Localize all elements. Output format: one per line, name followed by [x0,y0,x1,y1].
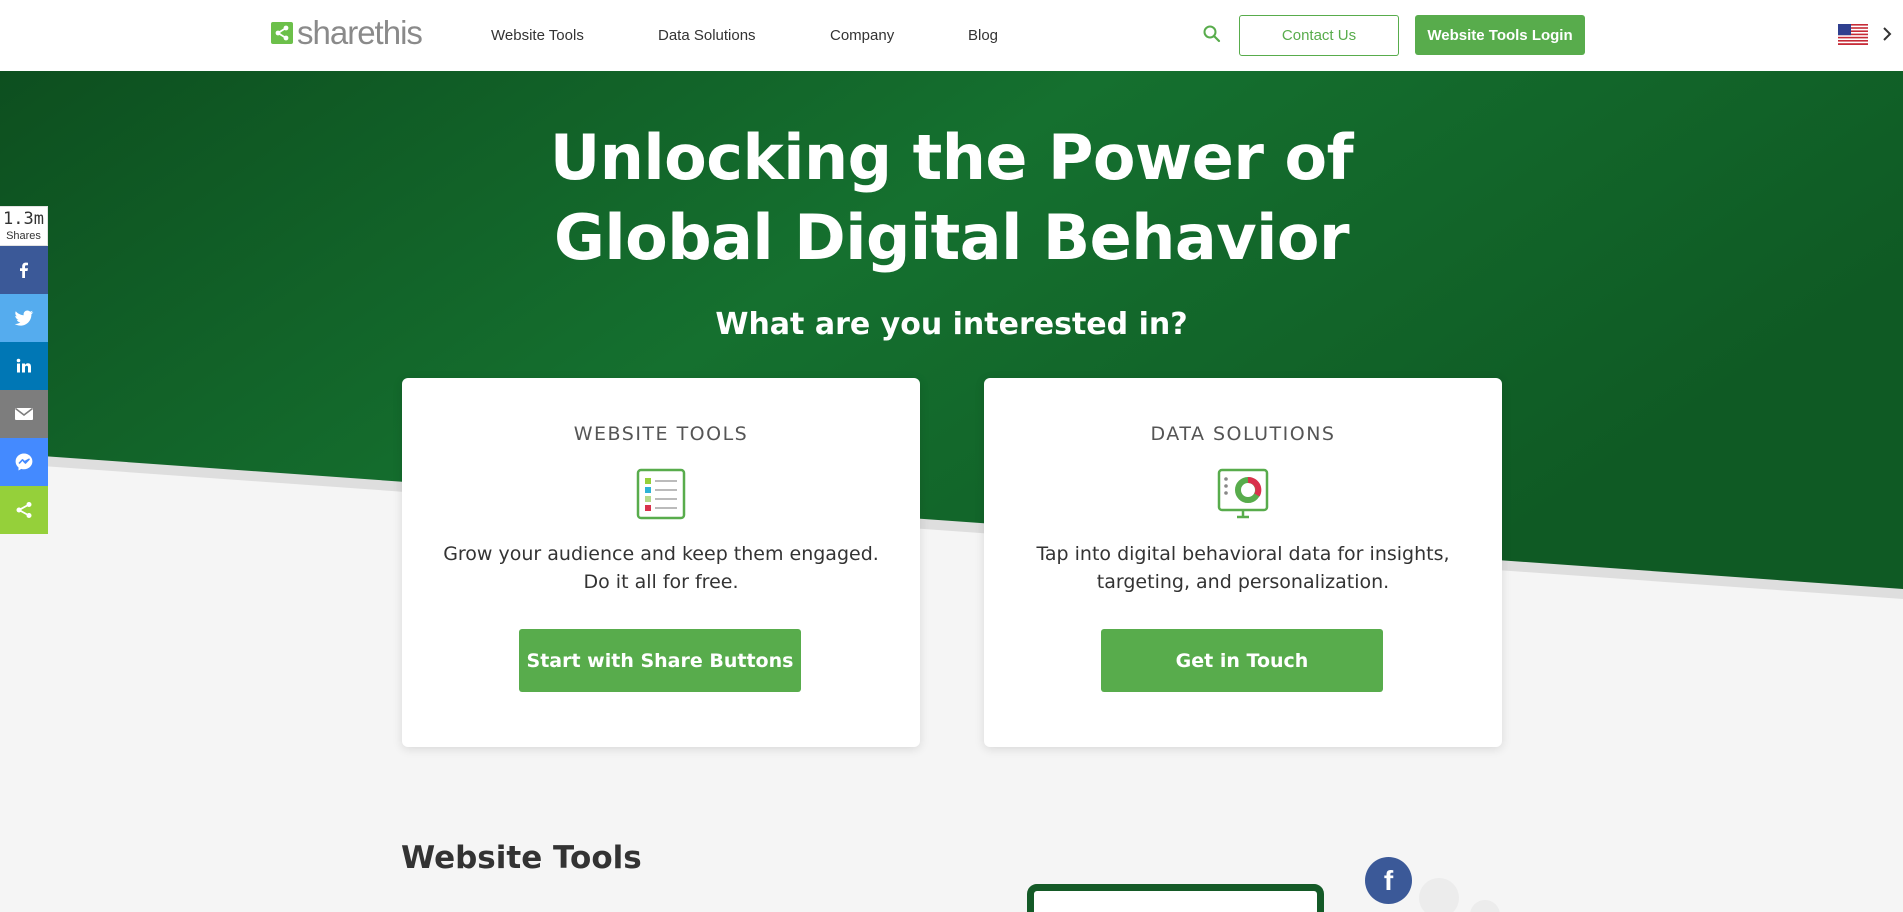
twitter-icon [14,310,34,326]
nav-company[interactable]: Company [830,27,894,44]
hero-title: Unlocking the Power of Global Digital Be… [0,118,1903,278]
page: sharethis Website Tools Data Solutions C… [0,0,1903,912]
section-heading: Website Tools [401,840,642,876]
share-bar: 1.3m Shares [0,206,48,534]
website-tools-login-button[interactable]: Website Tools Login [1415,15,1585,55]
search-icon[interactable] [1202,24,1222,44]
website-tools-card: WEBSITE TOOLS Grow your audience and kee… [402,378,920,747]
facebook-icon [20,262,28,278]
linkedin-share-button[interactable] [0,342,48,390]
chevron-right-icon[interactable] [1880,25,1894,43]
sharethis-icon [16,502,32,518]
twitter-share-button[interactable] [0,294,48,342]
card-description: Tap into digital behavioral data for ins… [1004,540,1482,596]
top-navbar: sharethis Website Tools Data Solutions C… [0,0,1903,71]
start-with-share-buttons-button[interactable]: Start with Share Buttons [519,629,801,692]
card-title: WEBSITE TOOLS [573,423,749,445]
share-count-label: Shares [6,230,41,242]
nav-data-solutions[interactable]: Data Solutions [658,27,756,44]
faded-bubble-icon [1470,900,1500,912]
email-share-button[interactable] [0,390,48,438]
hero-title-line-1: Unlocking the Power of [549,121,1354,194]
linkedin-icon [16,358,31,373]
get-in-touch-button[interactable]: Get in Touch [1101,629,1383,692]
card-description: Grow your audience and keep them engaged… [422,540,900,596]
card-description-line-1: Grow your audience and keep them engaged… [443,543,879,565]
card-description-line-1: Tap into digital behavioral data for ins… [1036,543,1450,565]
share-count-value: 1.3m [3,209,44,229]
card-title: DATA SOLUTIONS [1150,423,1336,445]
messenger-icon [15,453,33,471]
facebook-bubble-icon: f [1365,857,1412,904]
card-description-line-2: Do it all for free. [583,571,739,593]
facebook-share-button[interactable] [0,246,48,294]
sharethis-logo[interactable]: sharethis [271,14,423,51]
data-solutions-card: DATA SOLUTIONS Tap into digital behavior… [984,378,1502,747]
hero-title-line-2: Global Digital Behavior [553,201,1350,274]
brand-name: sharethis [297,14,423,51]
sharethis-logo-icon [271,22,293,44]
email-icon [15,407,33,420]
nav-blog[interactable]: Blog [968,27,998,44]
contact-us-button[interactable]: Contact Us [1239,15,1399,56]
nav-website-tools[interactable]: Website Tools [491,27,584,44]
messenger-share-button[interactable] [0,438,48,486]
list-document-icon [636,468,686,520]
card-description-line-2: targeting, and personalization. [1096,571,1390,593]
faded-bubble-icon [1419,878,1459,912]
us-flag-icon[interactable] [1838,24,1868,45]
share-count: 1.3m Shares [0,206,48,246]
donut-chart-monitor-icon [1217,468,1269,519]
hero-subtitle: What are you interested in? [715,307,1188,342]
device-mockup [1027,884,1324,912]
sharethis-share-button[interactable] [0,486,48,534]
